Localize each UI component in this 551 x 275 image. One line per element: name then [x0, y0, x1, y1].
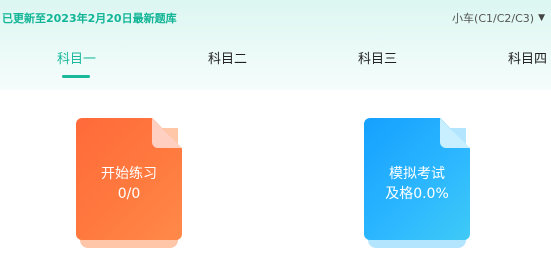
tab-subject-3[interactable]: 科目三 — [358, 48, 397, 67]
start-practice-card[interactable]: 开始练习 0/0 — [76, 118, 182, 248]
license-type-select[interactable]: 小车(C1/C2/C3) ▼ — [452, 10, 545, 26]
caret-down-icon: ▼ — [538, 13, 545, 23]
tab-subject-4[interactable]: 科目四 — [508, 48, 547, 67]
practice-title: 开始练习 — [101, 166, 157, 182]
update-notice: 已更新至2023年2月20日最新题库 — [2, 12, 177, 25]
practice-progress: 0/0 — [117, 186, 141, 202]
card-text: 模拟考试 及格0.0% — [364, 164, 470, 204]
tab-subject-1[interactable]: 科目一 — [57, 48, 96, 67]
mock-exam-card[interactable]: 模拟考试 及格0.0% — [364, 118, 470, 248]
tab-subject-2[interactable]: 科目二 — [208, 48, 247, 67]
active-tab-indicator — [62, 75, 90, 78]
exam-title: 模拟考试 — [389, 166, 445, 182]
exam-pass-rate: 及格0.0% — [385, 186, 449, 202]
header: 已更新至2023年2月20日最新题库 小车(C1/C2/C3) ▼ 科目一 科目… — [0, 0, 551, 90]
app-screen: 已更新至2023年2月20日最新题库 小车(C1/C2/C3) ▼ 科目一 科目… — [0, 0, 551, 275]
license-type-label: 小车(C1/C2/C3) — [452, 12, 535, 25]
card-text: 开始练习 0/0 — [76, 164, 182, 204]
